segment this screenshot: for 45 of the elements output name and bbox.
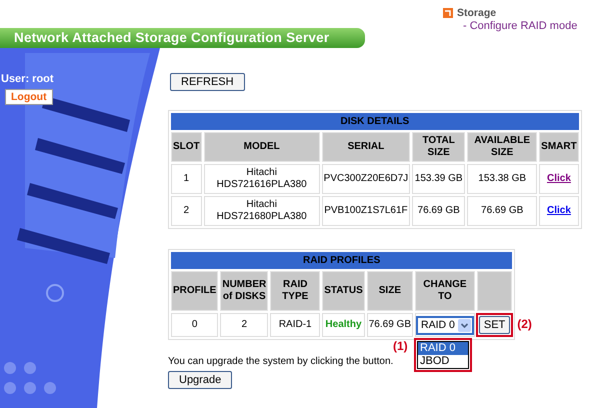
column-header: STATUS <box>322 271 365 311</box>
table-title: DISK DETAILS <box>171 113 579 130</box>
table-cell: PVC300Z20E6D7J <box>322 164 410 194</box>
upgrade-instruction: You can upgrade the system by clicking the button. <box>168 356 394 368</box>
highlight-frame <box>476 313 514 337</box>
column-header: SIZE <box>366 271 414 311</box>
column-header: SMART <box>539 132 579 162</box>
annotation-label: (2) <box>517 317 532 332</box>
table-cell: PVB100Z1S7L61F <box>322 196 410 226</box>
table-title: RAID PROFILES <box>171 252 512 269</box>
table-cell: 2 <box>171 196 202 226</box>
table-cell: 2 <box>220 313 268 337</box>
table-cell: 153.39 GB <box>412 164 466 194</box>
table-cell: 76.69 GB <box>467 196 538 226</box>
table-cell: Hitachi HDS721680PLA380 <box>204 196 320 226</box>
dropdown-caret-icon <box>458 318 471 332</box>
table-cell: 76.69 GB <box>412 196 466 226</box>
upgrade-button[interactable]: Upgrade <box>168 371 232 390</box>
user-label: User: root <box>1 73 55 86</box>
table-cell: 0 <box>171 313 218 337</box>
menu-section-title: Storage <box>457 7 496 20</box>
table-cell: Hitachi HDS721616PLA380 <box>204 164 320 194</box>
column-header: TOTAL SIZE <box>412 132 466 162</box>
refresh-button[interactable]: REFRESH <box>170 73 245 91</box>
column-header: SERIAL <box>322 132 410 162</box>
raid-type-dropdown[interactable]: RAID 0 <box>417 316 473 334</box>
column-header: AVAILABLE SIZE <box>467 132 538 162</box>
status-text: Healthy <box>325 319 362 330</box>
table-cell: 1 <box>171 164 202 194</box>
dropdown-option[interactable]: RAID 0 <box>418 342 468 354</box>
column-header: PROFILE <box>171 271 218 311</box>
column-header: RAID TYPE <box>270 271 320 311</box>
set-button[interactable]: SET <box>478 316 510 334</box>
annotation-label: (1) <box>393 338 408 353</box>
column-header: MODEL <box>204 132 320 162</box>
dropdown-option[interactable]: JBOD <box>418 354 468 368</box>
table-cell: RAID-1 <box>270 313 320 337</box>
column-header: CHANGE TO <box>415 271 475 311</box>
configure-raid-link[interactable]: - Configure RAID mode <box>463 20 578 33</box>
column-header: SLOT <box>171 132 202 162</box>
column-header: NUMBER of DISKS <box>220 271 268 311</box>
table-cell: 76.69 GB <box>366 313 414 337</box>
banner-title: Network Attached Storage Configuration Server <box>0 28 365 48</box>
storage-icon <box>443 8 453 18</box>
table-cell: 153.38 GB <box>467 164 538 194</box>
